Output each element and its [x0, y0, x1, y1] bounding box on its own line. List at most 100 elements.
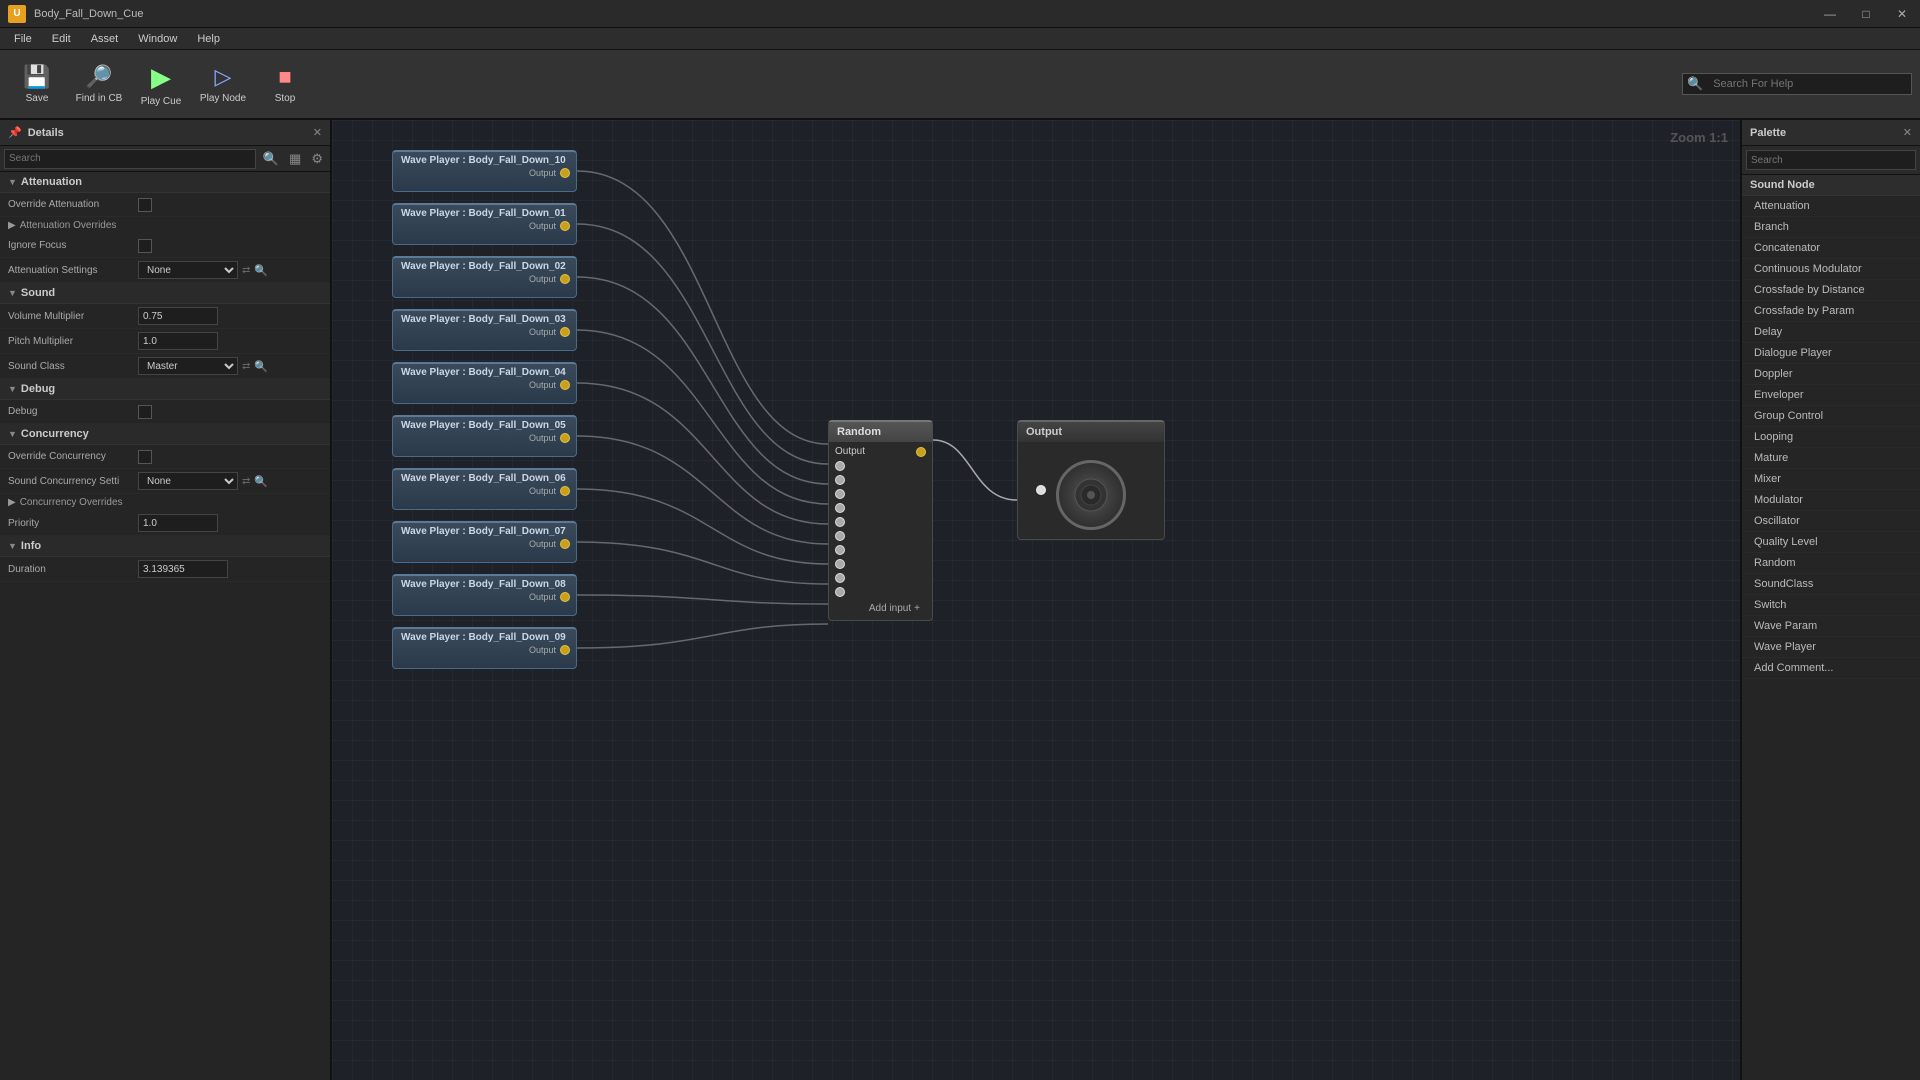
palette-item-enveloper[interactable]: Enveloper — [1742, 385, 1920, 406]
wave-player-node-3[interactable]: Wave Player : Body_Fall_Down_03 Output — [392, 309, 577, 351]
add-input-row[interactable]: Add input + — [835, 601, 926, 616]
sound-concurrency-arrows[interactable]: ⇄ — [242, 476, 250, 487]
help-search-input[interactable] — [1707, 76, 1911, 92]
wp1-output-pin[interactable] — [560, 221, 570, 231]
wp4-output-pin[interactable] — [560, 380, 570, 390]
palette-item-dialogue-player[interactable]: Dialogue Player — [1742, 343, 1920, 364]
wp5-output-pin[interactable] — [560, 433, 570, 443]
palette-item-concatenator[interactable]: Concatenator — [1742, 238, 1920, 259]
wp9-output-pin[interactable] — [560, 645, 570, 655]
maximize-button[interactable]: □ — [1848, 0, 1884, 28]
palette-item-mature[interactable]: Mature — [1742, 448, 1920, 469]
play-node-button[interactable]: ▷ Play Node — [194, 54, 252, 114]
details-search-icon[interactable]: 🔍 — [260, 150, 282, 168]
details-settings-icon[interactable]: ⚙ — [308, 150, 326, 168]
palette-item-mixer[interactable]: Mixer — [1742, 469, 1920, 490]
palette-item-wave-param[interactable]: Wave Param — [1742, 616, 1920, 637]
attenuation-settings-arrows[interactable]: ⇄ — [242, 265, 250, 276]
volume-multiplier-input[interactable] — [138, 307, 218, 325]
palette-item-branch[interactable]: Branch — [1742, 217, 1920, 238]
wave-player-node-2[interactable]: Wave Player : Body_Fall_Down_02 Output — [392, 256, 577, 298]
palette-item-continuous-modulator[interactable]: Continuous Modulator — [1742, 259, 1920, 280]
minimize-button[interactable]: — — [1812, 0, 1848, 28]
play-cue-button[interactable]: ▶ Play Cue — [132, 54, 190, 114]
output-left-pin[interactable] — [1036, 485, 1046, 495]
wp8-output-pin[interactable] — [560, 592, 570, 602]
wave-player-node-6[interactable]: Wave Player : Body_Fall_Down_06 Output — [392, 468, 577, 510]
wave-player-node-4[interactable]: Wave Player : Body_Fall_Down_04 Output — [392, 362, 577, 404]
palette-search-input[interactable] — [1746, 150, 1916, 170]
palette-item-delay[interactable]: Delay — [1742, 322, 1920, 343]
random-in-pin-5[interactable] — [835, 531, 845, 541]
sound-concurrency-search[interactable]: 🔍 — [254, 475, 268, 488]
wave-player-node-9[interactable]: Wave Player : Body_Fall_Down_09 Output — [392, 627, 577, 669]
random-in-pin-8[interactable] — [835, 573, 845, 583]
palette-item-quality-level[interactable]: Quality Level — [1742, 532, 1920, 553]
attenuation-settings-search[interactable]: 🔍 — [254, 264, 268, 277]
random-in-pin-1[interactable] — [835, 475, 845, 485]
stop-button[interactable]: ■ Stop — [256, 54, 314, 114]
palette-item-doppler[interactable]: Doppler — [1742, 364, 1920, 385]
pitch-multiplier-input[interactable] — [138, 332, 218, 350]
random-in-pin-0[interactable] — [835, 461, 845, 471]
wp3-output-pin[interactable] — [560, 327, 570, 337]
menu-edit[interactable]: Edit — [42, 31, 81, 47]
random-in-pin-2[interactable] — [835, 489, 845, 499]
random-node[interactable]: Random Output — [828, 420, 933, 621]
palette-item-looping[interactable]: Looping — [1742, 427, 1920, 448]
palette-item-crossfade-param[interactable]: Crossfade by Param — [1742, 301, 1920, 322]
palette-item-switch[interactable]: Switch — [1742, 595, 1920, 616]
attenuation-section-header[interactable]: ▼ Attenuation — [0, 172, 330, 193]
output-node[interactable]: Output — [1017, 420, 1165, 540]
attenuation-settings-select[interactable]: None — [138, 261, 238, 279]
details-close[interactable]: ✕ — [313, 126, 322, 139]
wp6-output-pin[interactable] — [560, 486, 570, 496]
sound-class-search[interactable]: 🔍 — [254, 360, 268, 373]
sound-class-arrows[interactable]: ⇄ — [242, 361, 250, 372]
details-search-input[interactable] — [4, 149, 256, 169]
palette-item-add-comment[interactable]: Add Comment... — [1742, 658, 1920, 679]
menu-asset[interactable]: Asset — [81, 31, 129, 47]
palette-item-wave-player[interactable]: Wave Player — [1742, 637, 1920, 658]
duration-input[interactable] — [138, 560, 228, 578]
concurrency-overrides-subsection[interactable]: ▶ Concurrency Overrides — [0, 494, 330, 511]
debug-section-header[interactable]: ▼ Debug — [0, 379, 330, 400]
menu-help[interactable]: Help — [187, 31, 230, 47]
wave-player-node-7[interactable]: Wave Player : Body_Fall_Down_07 Output — [392, 521, 577, 563]
canvas-area[interactable]: Zoom 1:1 Wave Player : Body_Fall_Down_10… — [332, 120, 1740, 1080]
wave-player-node-5[interactable]: Wave Player : Body_Fall_Down_05 Output — [392, 415, 577, 457]
attenuation-overrides-subsection[interactable]: ▶ Attenuation Overrides — [0, 217, 330, 234]
wave-player-node-0[interactable]: Wave Player : Body_Fall_Down_10 Output — [392, 150, 577, 192]
sound-section-header[interactable]: ▼ Sound — [0, 283, 330, 304]
random-in-pin-7[interactable] — [835, 559, 845, 569]
priority-input[interactable] — [138, 514, 218, 532]
random-in-pin-6[interactable] — [835, 545, 845, 555]
wave-player-node-1[interactable]: Wave Player : Body_Fall_Down_01 Output — [392, 203, 577, 245]
menu-file[interactable]: File — [4, 31, 42, 47]
override-concurrency-checkbox[interactable] — [138, 450, 152, 464]
menu-window[interactable]: Window — [128, 31, 187, 47]
palette-item-attenuation[interactable]: Attenuation — [1742, 196, 1920, 217]
random-output-pin[interactable] — [916, 447, 926, 457]
wave-player-node-8[interactable]: Wave Player : Body_Fall_Down_08 Output — [392, 574, 577, 616]
wp0-output-pin[interactable] — [560, 168, 570, 178]
details-grid-icon[interactable]: ▦ — [286, 150, 304, 168]
palette-item-soundclass[interactable]: SoundClass — [1742, 574, 1920, 595]
find-in-cb-button[interactable]: 🔎 Find in CB — [70, 54, 128, 114]
override-attenuation-checkbox[interactable] — [138, 198, 152, 212]
palette-item-modulator[interactable]: Modulator — [1742, 490, 1920, 511]
random-in-pin-9[interactable] — [835, 587, 845, 597]
palette-item-crossfade-distance[interactable]: Crossfade by Distance — [1742, 280, 1920, 301]
info-section-header[interactable]: ▼ Info — [0, 536, 330, 557]
sound-class-select[interactable]: Master — [138, 357, 238, 375]
ignore-focus-checkbox[interactable] — [138, 239, 152, 253]
random-in-pin-3[interactable] — [835, 503, 845, 513]
random-in-pin-4[interactable] — [835, 517, 845, 527]
close-button[interactable]: ✕ — [1884, 0, 1920, 28]
concurrency-section-header[interactable]: ▼ Concurrency — [0, 424, 330, 445]
palette-close[interactable]: ✕ — [1903, 126, 1912, 139]
sound-concurrency-select[interactable]: None — [138, 472, 238, 490]
debug-checkbox[interactable] — [138, 405, 152, 419]
save-button[interactable]: 💾 Save — [8, 54, 66, 114]
palette-item-random[interactable]: Random — [1742, 553, 1920, 574]
